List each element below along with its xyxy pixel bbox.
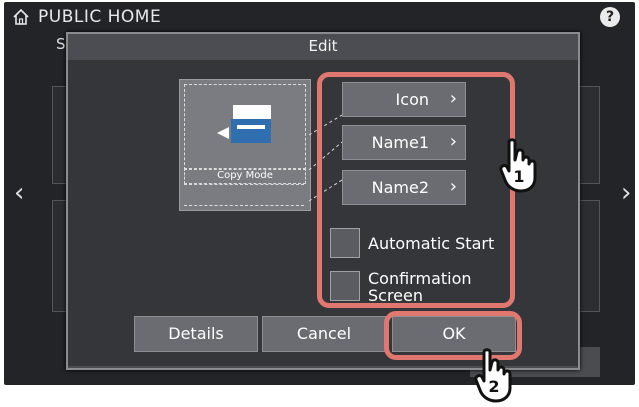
background-partial-label: S	[56, 35, 66, 53]
preview-caption: Copy Mode	[184, 168, 306, 184]
copy-mode-preview: Copy Mode	[179, 79, 311, 211]
background-panel-right-bottom	[578, 200, 600, 312]
preview-icon-area	[184, 84, 306, 170]
callout-number-2: 2	[488, 377, 499, 396]
chevron-left-icon[interactable]: ‹	[14, 178, 24, 208]
callout-number-1: 1	[513, 167, 524, 186]
top-bar: PUBLIC HOME ?	[4, 2, 635, 32]
help-icon[interactable]: ?	[600, 7, 620, 27]
hand-pointer-icon: 2	[474, 348, 512, 403]
callout-box-1	[317, 72, 515, 308]
background-panel-right-top	[578, 86, 600, 184]
dialog-title: Edit	[308, 37, 338, 55]
home-icon[interactable]	[12, 8, 30, 26]
preview-caption-line2	[184, 184, 304, 206]
chevron-right-icon[interactable]: ›	[621, 178, 631, 208]
home-title: PUBLIC HOME	[38, 7, 162, 27]
hand-pointer-icon: 1	[499, 138, 537, 193]
cancel-button[interactable]: Cancel	[262, 316, 386, 352]
details-button[interactable]: Details	[134, 316, 258, 352]
copy-mode-icon	[217, 105, 271, 143]
